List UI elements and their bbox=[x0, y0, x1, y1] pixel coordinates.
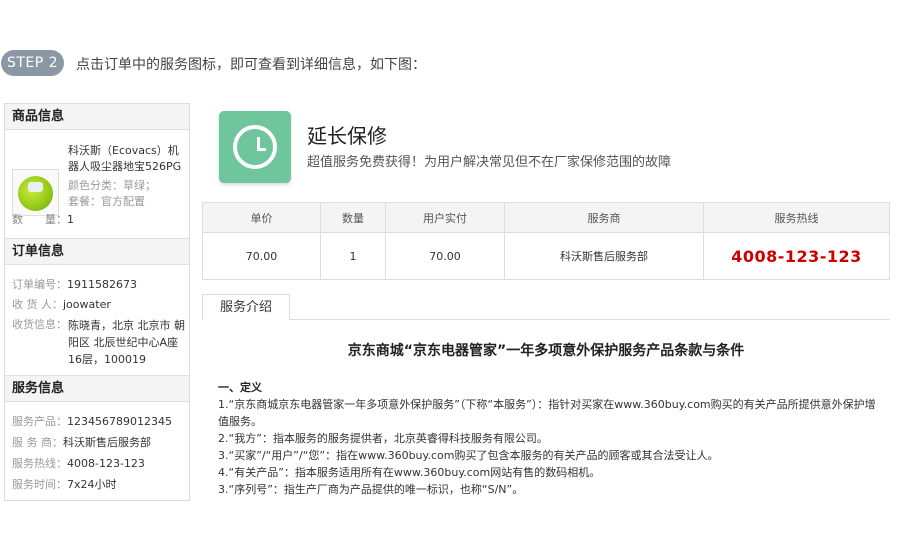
list-item: 4.“有关产品”：指本服务适用所有在www.360buy.com网站有售的数码相… bbox=[218, 466, 601, 479]
service-product: 123456789012345 bbox=[67, 415, 172, 428]
list-item: 2.“我方”：指本服务的服务提供者，北京英睿得科技服务有限公司。 bbox=[218, 432, 548, 445]
receiver-row: 收 货 人：joowater bbox=[12, 296, 111, 312]
order-info-heading: 订单信息 bbox=[5, 238, 189, 265]
product-package: 套餐：官方配置 bbox=[68, 195, 145, 208]
list-item: 1.“京东商城京东电器管家一年多项意外保护服务”（下称“本服务”）：指针对买家在… bbox=[218, 398, 876, 428]
cell-paid: 70.00 bbox=[385, 232, 505, 280]
service-provider: 科沃斯售后服务部 bbox=[63, 436, 151, 449]
service-time: 7x24小时 bbox=[67, 478, 117, 491]
tab-divider bbox=[202, 319, 890, 320]
quantity-value: 1 bbox=[67, 213, 74, 226]
service-time-row: 服务时间：7x24小时 bbox=[12, 476, 117, 492]
cell-provider: 科沃斯售后服务部 bbox=[504, 232, 704, 280]
column-header-hotline: 服务热线 bbox=[703, 202, 890, 233]
product-color: 颜色分类：草绿； bbox=[68, 179, 156, 192]
cell-hotline: 4008-123-123 bbox=[703, 232, 890, 280]
product-quantity: 数 量：1 bbox=[12, 211, 74, 227]
cell-price: 70.00 bbox=[202, 232, 321, 280]
terms-title: 京东商城“京东电器管家”一年多项意外保护服务产品条款与条件 bbox=[347, 343, 745, 359]
order-number-row: 订单编号：1911582673 bbox=[12, 276, 137, 292]
column-header-paid: 用户实付 bbox=[385, 202, 505, 233]
service-detail-table: 单价 数量 用户实付 服务商 服务热线 70.00 1 70.00 科沃斯售后服… bbox=[202, 202, 890, 280]
product-info-heading: 商品信息 bbox=[5, 104, 189, 130]
order-info-section: 订单编号：1911582673 收 货 人：joowater 收货信息： 陈晓青… bbox=[5, 265, 189, 375]
table-header-row: 单价 数量 用户实付 服务商 服务热线 bbox=[202, 202, 890, 233]
service-provider-label: 服 务 商： bbox=[12, 436, 63, 449]
shipping-address: 陈晓青，北京 北京市 朝阳区 北辰世纪中心A座16层，100019 bbox=[68, 319, 185, 366]
hotline-number: 4008-123-123 bbox=[731, 246, 862, 266]
tab-service-intro[interactable]: 服务介绍 bbox=[202, 294, 290, 319]
service-description: 超值服务免费获得！为用户解决常见但不在厂家保修范围的故障 bbox=[307, 155, 672, 170]
clock-icon[interactable] bbox=[219, 111, 291, 183]
column-header-price: 单价 bbox=[202, 202, 321, 233]
product-info-section: 科沃斯（Ecovacs）机器人吸尘器地宝526PG 颜色分类：草绿； 套餐：官方… bbox=[5, 130, 189, 238]
order-sidebar: 商品信息 科沃斯（Ecovacs）机器人吸尘器地宝526PG 颜色分类：草绿； … bbox=[4, 103, 190, 501]
receiver-label: 收 货 人： bbox=[12, 298, 63, 311]
service-product-row: 服务产品：123456789012345 bbox=[12, 413, 172, 429]
order-number: 1911582673 bbox=[67, 278, 137, 291]
service-provider-row: 服 务 商：科沃斯售后服务部 bbox=[12, 434, 151, 450]
step-badge: STEP 2 bbox=[1, 50, 64, 76]
cell-quantity: 1 bbox=[320, 232, 386, 280]
terms-section-heading: 一、定义 bbox=[218, 381, 262, 394]
receiver-name: joowater bbox=[63, 298, 111, 311]
order-number-label: 订单编号： bbox=[12, 278, 67, 291]
terms-list: 1.“京东商城京东电器管家一年多项意外保护服务”（下称“本服务”）：指针对买家在… bbox=[218, 396, 882, 498]
address-label: 收货信息： bbox=[12, 318, 67, 331]
list-item: 3.“买家”/“用户”/“您”：指在www.360buy.com购买了包含本服务… bbox=[218, 449, 719, 462]
service-hotline-label: 服务热线： bbox=[12, 457, 67, 470]
clock-face bbox=[233, 125, 277, 169]
service-info-heading: 服务信息 bbox=[5, 375, 189, 402]
service-title: 延长保修 bbox=[307, 124, 387, 148]
column-header-provider: 服务商 bbox=[504, 202, 704, 233]
list-item: 3.“序列号”：指生产厂商为产品提供的唯一标识，也称“S/N”。 bbox=[218, 483, 524, 496]
service-hotline: 4008-123-123 bbox=[67, 457, 145, 470]
column-header-quantity: 数量 bbox=[320, 202, 386, 233]
step-instruction: 点击订单中的服务图标，即可查看到详细信息，如下图： bbox=[76, 57, 426, 73]
table-row: 70.00 1 70.00 科沃斯售后服务部 4008-123-123 bbox=[202, 232, 890, 280]
robot-vacuum-image[interactable] bbox=[12, 169, 59, 216]
service-product-label: 服务产品： bbox=[12, 415, 67, 428]
service-info-section: 服务产品：123456789012345 服 务 商：科沃斯售后服务部 服务热线… bbox=[5, 402, 189, 508]
quantity-label: 数 量： bbox=[12, 213, 67, 226]
service-hotline-row: 服务热线：4008-123-123 bbox=[12, 455, 145, 471]
service-time-label: 服务时间： bbox=[12, 478, 67, 491]
product-name-link[interactable]: 科沃斯（Ecovacs）机器人吸尘器地宝526PG bbox=[68, 143, 188, 175]
